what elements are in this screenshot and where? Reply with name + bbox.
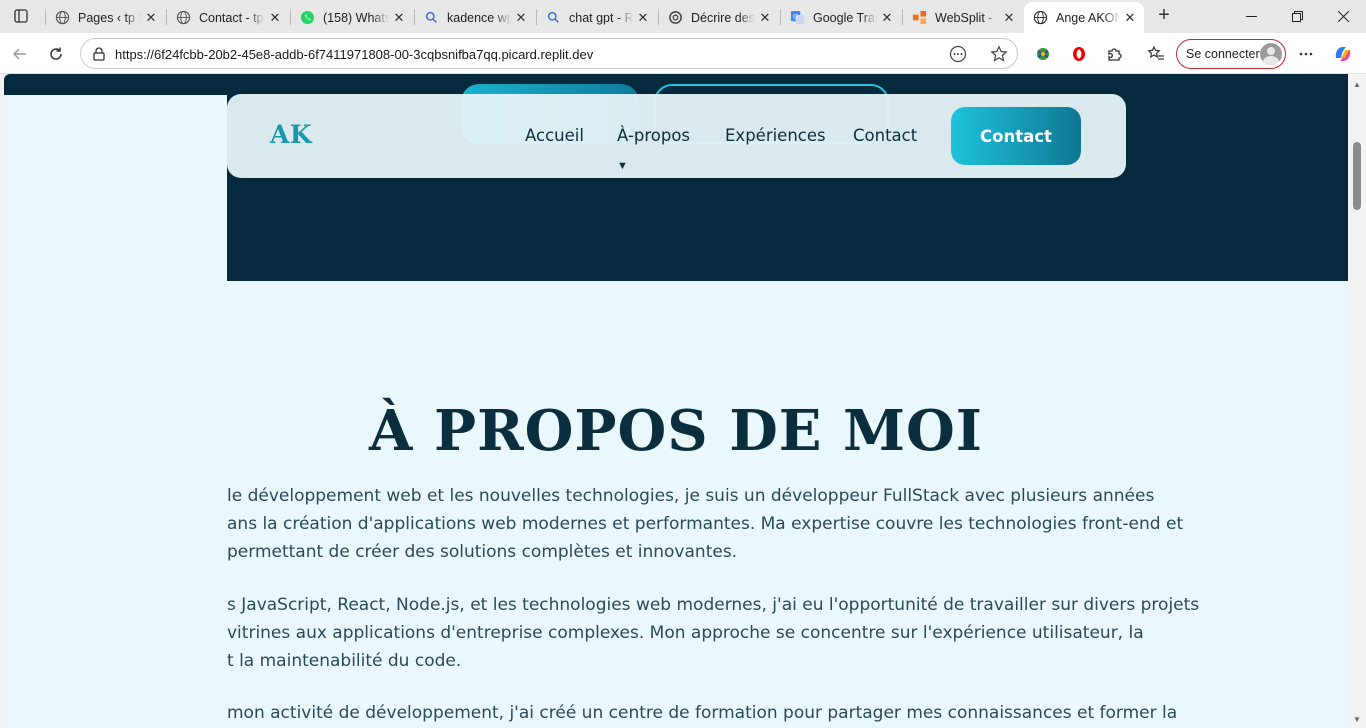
close-icon[interactable]: ✕ — [389, 8, 409, 28]
sign-in-label: Se connecter — [1186, 47, 1260, 61]
site-logo[interactable]: AK — [270, 120, 312, 149]
about-paragraph-1: le développement web et les nouvelles te… — [227, 482, 1227, 566]
nav-link-contact[interactable]: Contact — [853, 126, 917, 145]
extension-globe-icon — [1037, 48, 1049, 60]
scroll-down-arrow-icon[interactable]: ▼ — [1353, 715, 1361, 724]
search-icon — [545, 10, 561, 26]
favorites-list-icon — [1147, 45, 1164, 60]
settings-more-button[interactable] — [1294, 42, 1318, 66]
address-bar[interactable]: https://6f24fcbb-20b2-45e8-addb-6f741197… — [80, 38, 1018, 69]
svg-text:G: G — [792, 12, 797, 20]
copilot-button[interactable] — [1331, 42, 1355, 66]
tab-title: Contact - tp — [199, 10, 264, 25]
close-icon[interactable]: ✕ — [265, 8, 285, 28]
tab-title: Décrire des — [691, 10, 755, 25]
tab-title: (158) Whats — [323, 10, 389, 25]
close-icon[interactable]: ✕ — [1120, 8, 1140, 28]
about-line: permettant de créer des solutions complè… — [227, 542, 738, 562]
tab-title: Google Trac — [813, 10, 877, 25]
tab-websplit[interactable]: WebSplit - ✕ — [903, 4, 1023, 31]
url-text[interactable]: https://6f24fcbb-20b2-45e8-addb-6f741197… — [115, 47, 593, 62]
browser-toolbar: https://6f24fcbb-20b2-45e8-addb-6f741197… — [0, 33, 1366, 74]
sign-in-button[interactable]: Se connecter — [1176, 39, 1286, 69]
close-icon[interactable]: ✕ — [755, 8, 775, 28]
avatar-icon — [1260, 43, 1282, 65]
refresh-button[interactable] — [44, 42, 68, 66]
close-icon[interactable]: ✕ — [877, 8, 897, 28]
favorites-button[interactable] — [1144, 42, 1168, 66]
extensions-button[interactable] — [1103, 42, 1127, 66]
tab-title: kadence wp — [447, 10, 511, 25]
tab-title: WebSplit - — [935, 10, 993, 25]
copilot-icon — [1335, 47, 1351, 61]
nav-link-accueil[interactable]: Accueil — [525, 126, 584, 145]
scroll-up-arrow-icon[interactable]: ▲ — [1353, 80, 1361, 89]
tab-decrire[interactable]: Décrire des ✕ — [659, 4, 779, 31]
search-icon — [423, 10, 439, 26]
about-section-title: À PROPOS DE MOI — [369, 398, 983, 464]
about-line: le développement web et les nouvelles te… — [227, 486, 1155, 506]
about-paragraph-3: mon activité de développement, j'ai créé… — [227, 699, 1227, 727]
tab-strip: Pages ‹ tp f ✕ Contact - tp ✕ (158) What… — [0, 0, 1366, 33]
tab-title: chat gpt - R — [569, 10, 633, 25]
nav-link-experiences[interactable]: Expériences — [725, 126, 826, 145]
opera-extension-button[interactable] — [1067, 42, 1091, 66]
close-icon[interactable]: ✕ — [511, 8, 531, 28]
close-icon[interactable]: ✕ — [999, 8, 1019, 28]
favorite-star-icon[interactable] — [990, 45, 1008, 63]
close-window-icon — [1337, 11, 1349, 22]
nav-link-a-propos[interactable]: À-propos — [617, 126, 690, 145]
tab-ange-akon-active[interactable]: Ange AKON ✕ — [1024, 2, 1144, 33]
page-viewport: AK Accueil À-propos ▼ Expériences Contac… — [4, 74, 1348, 728]
tab-contact[interactable]: Contact - tp ✕ — [167, 4, 289, 31]
puzzle-icon — [1108, 48, 1122, 61]
extension-button[interactable] — [1031, 42, 1055, 66]
minimize-button[interactable] — [1228, 0, 1274, 33]
tab-title: Pages ‹ tp f — [78, 10, 141, 25]
about-line: mon activité de développement, j'ai créé… — [227, 703, 1178, 723]
restore-button[interactable] — [1274, 0, 1320, 33]
restore-icon — [1291, 11, 1303, 22]
whatsapp-icon — [299, 10, 315, 26]
site-navbar: AK Accueil À-propos ▼ Expériences Contac… — [227, 94, 1126, 178]
globe-icon — [175, 10, 191, 26]
back-button[interactable] — [8, 42, 32, 66]
globe-icon — [54, 10, 70, 26]
opera-icon — [1073, 47, 1085, 61]
new-tab-button[interactable]: + — [1152, 5, 1176, 27]
tab-google-translate[interactable]: G Google Trac ✕ — [781, 4, 901, 31]
refresh-icon — [50, 47, 62, 60]
close-icon[interactable]: ✕ — [633, 8, 653, 28]
about-line: ans la création d'applications web moder… — [227, 514, 1184, 534]
tab-actions-button[interactable] — [8, 5, 34, 27]
tab-pages[interactable]: Pages ‹ tp f ✕ — [46, 4, 165, 31]
about-line: vitrines aux applications d'entreprise c… — [227, 623, 1144, 643]
google-translate-icon: G — [789, 10, 805, 26]
about-line: s JavaScript, React, Node.js, et les tec… — [227, 595, 1200, 615]
back-arrow-icon — [12, 48, 26, 60]
contact-cta-button[interactable]: Contact — [951, 107, 1081, 165]
scrollbar-thumb[interactable] — [1353, 142, 1361, 210]
hero-left-light-area — [4, 95, 227, 281]
close-window-button[interactable] — [1320, 0, 1366, 33]
globe-icon — [1032, 10, 1048, 26]
tab-whatsapp[interactable]: (158) Whats ✕ — [291, 4, 413, 31]
dropdown-caret-icon[interactable]: ▼ — [617, 160, 628, 172]
page-scrollbar[interactable]: ▲ ▼ — [1348, 74, 1366, 728]
more-dots-icon — [1299, 52, 1313, 56]
minimize-icon — [1245, 16, 1257, 17]
openai-icon — [667, 10, 683, 26]
tab-kadence[interactable]: kadence wp ✕ — [415, 4, 535, 31]
about-paragraph-2: s JavaScript, React, Node.js, et les tec… — [227, 591, 1227, 675]
close-icon[interactable]: ✕ — [141, 8, 161, 28]
more-options-circle-icon[interactable] — [949, 45, 967, 63]
tab-title: Ange AKON — [1056, 10, 1120, 25]
websplit-icon — [911, 10, 927, 26]
tab-chatgpt[interactable]: chat gpt - R ✕ — [537, 4, 657, 31]
tab-actions-icon — [14, 9, 28, 23]
about-line: t la maintenabilité du code. — [227, 651, 462, 671]
lock-icon[interactable] — [91, 46, 107, 62]
